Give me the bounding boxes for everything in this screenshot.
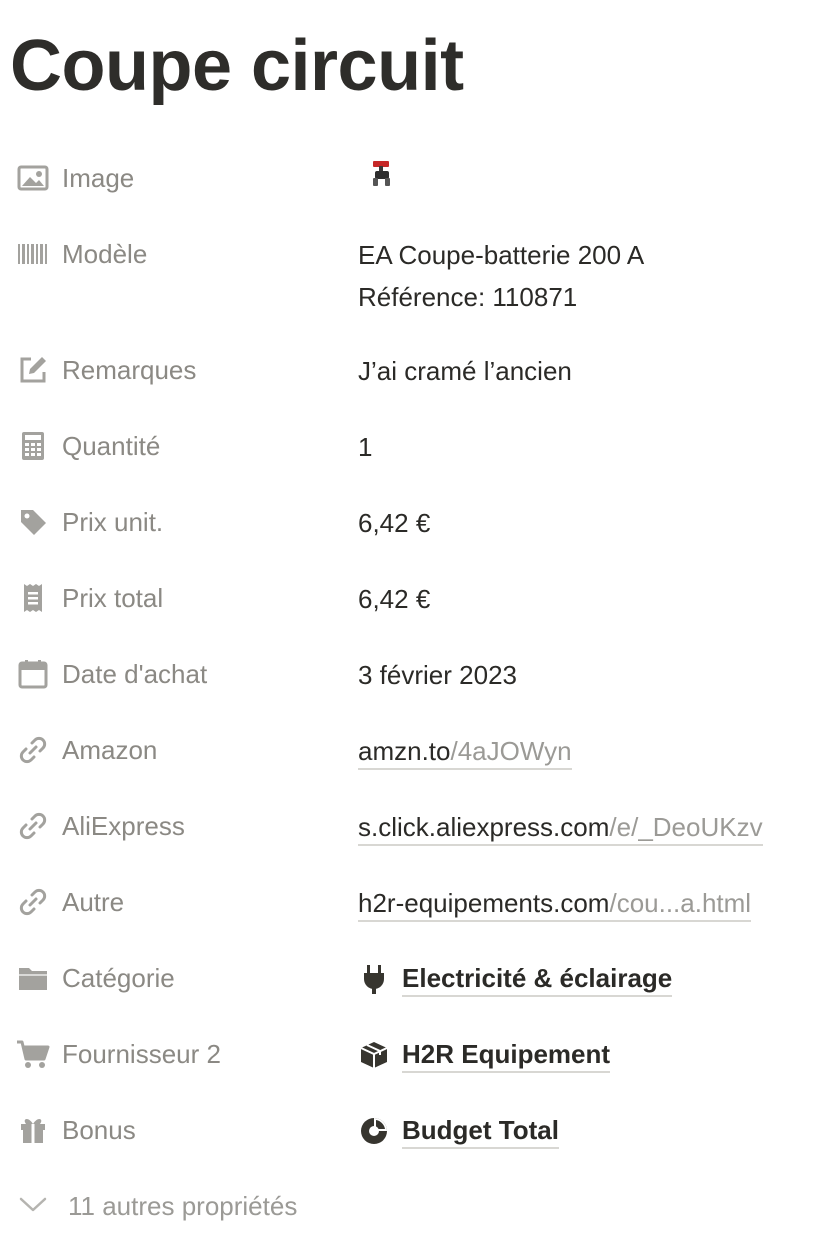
chevron-down-icon xyxy=(18,1195,48,1218)
property-label-bonus[interactable]: Bonus xyxy=(16,1110,136,1150)
relation-label: Budget Total xyxy=(402,1113,559,1149)
property-label-date-achat[interactable]: Date d'achat xyxy=(16,654,207,694)
property-label-text: Catégorie xyxy=(62,962,175,993)
modele-line-2: Référence: 110871 xyxy=(358,282,578,312)
barcode-icon xyxy=(16,237,50,271)
fournisseur-relation[interactable]: H2R Equipement xyxy=(358,1034,611,1076)
property-label-text: Fournisseur 2 xyxy=(62,1038,221,1069)
tag-icon xyxy=(16,505,50,539)
cart-icon xyxy=(16,1037,50,1071)
link-domain: h2r-equipements.com xyxy=(358,888,610,918)
property-value-prix-unit[interactable]: 6,42 € xyxy=(358,502,430,544)
image-icon xyxy=(16,161,50,195)
property-value-quantite[interactable]: 1 xyxy=(358,426,372,468)
property-value-aliexpress: s.click.aliexpress.com/e/_DeoUKzv xyxy=(358,806,763,848)
property-value-amazon: amzn.to/4aJOWyn xyxy=(358,730,572,772)
edit-icon xyxy=(16,353,50,387)
property-label-text: Prix total xyxy=(62,582,164,613)
property-value-fournisseur: H2R Equipement xyxy=(358,1034,611,1076)
calendar-icon xyxy=(16,657,50,691)
link-path: /4aJOWyn xyxy=(450,736,572,766)
link-icon xyxy=(16,733,50,767)
modele-line-1: EA Coupe-batterie 200 A xyxy=(358,240,645,270)
property-label-text: Modèle xyxy=(62,238,148,269)
property-value-modele[interactable]: EA Coupe-batterie 200 A Référence: 11087… xyxy=(358,234,644,318)
package-icon xyxy=(358,1039,390,1071)
more-properties-toggle[interactable]: 11 autres propriétés xyxy=(18,1186,297,1226)
property-value-remarques[interactable]: J’ai cramé l’ancien xyxy=(358,350,572,392)
pie-chart-icon xyxy=(358,1115,390,1147)
gift-icon xyxy=(16,1113,50,1147)
more-properties-label: 11 autres propriétés xyxy=(68,1190,298,1221)
property-label-text: Image xyxy=(62,162,135,193)
property-label-remarques[interactable]: Remarques xyxy=(16,350,196,390)
link-icon xyxy=(16,885,50,919)
property-label-text: Amazon xyxy=(62,734,158,765)
property-label-text: Prix unit. xyxy=(62,506,164,537)
property-label-text: Quantité xyxy=(62,430,161,461)
property-label-prix-total[interactable]: Prix total xyxy=(16,578,163,618)
link-icon xyxy=(16,809,50,843)
categorie-relation[interactable]: Electricité & éclairage xyxy=(358,958,673,1000)
plug-icon xyxy=(358,963,390,995)
folder-icon xyxy=(16,961,50,995)
property-label-prix-unit[interactable]: Prix unit. xyxy=(16,502,163,542)
link-domain: s.click.aliexpress.com xyxy=(358,812,610,842)
property-label-quantite[interactable]: Quantité xyxy=(16,426,160,466)
autre-link[interactable]: h2r-equipements.com/cou...a.html xyxy=(358,888,752,922)
property-label-text: AliExpress xyxy=(62,810,185,841)
property-label-text: Remarques xyxy=(62,354,197,385)
calculator-icon xyxy=(16,429,50,463)
relation-label: Electricité & éclairage xyxy=(402,961,673,997)
property-value-prix-total[interactable]: 6,42 € xyxy=(358,578,430,620)
receipt-icon xyxy=(16,581,50,615)
property-label-fournisseur[interactable]: Fournisseur 2 xyxy=(16,1034,221,1074)
relation-label: H2R Equipement xyxy=(402,1037,611,1073)
bonus-relation[interactable]: Budget Total xyxy=(358,1110,559,1152)
page-title[interactable]: Coupe circuit xyxy=(10,22,464,110)
property-label-modele[interactable]: Modèle xyxy=(16,234,147,274)
property-value-date-achat[interactable]: 3 février 2023 xyxy=(358,654,517,696)
property-label-text: Autre xyxy=(62,886,125,917)
property-label-categorie[interactable]: Catégorie xyxy=(16,958,175,998)
property-label-text: Bonus xyxy=(62,1114,136,1145)
property-label-autre[interactable]: Autre xyxy=(16,882,124,922)
link-path: /cou...a.html xyxy=(609,888,752,918)
link-domain: amzn.to xyxy=(358,736,451,766)
property-value-bonus: Budget Total xyxy=(358,1110,559,1152)
property-label-amazon[interactable]: Amazon xyxy=(16,730,157,770)
image-thumbnail[interactable] xyxy=(370,160,394,202)
property-value-categorie: Electricité & éclairage xyxy=(358,958,673,1000)
amazon-link[interactable]: amzn.to/4aJOWyn xyxy=(358,736,572,770)
property-label-text: Date d'achat xyxy=(62,658,208,689)
link-path: /e/_DeoUKzv xyxy=(609,812,763,842)
property-label-image[interactable]: Image xyxy=(16,158,134,198)
aliexpress-link[interactable]: s.click.aliexpress.com/e/_DeoUKzv xyxy=(358,812,763,846)
property-value-autre: h2r-equipements.com/cou...a.html xyxy=(358,882,752,924)
property-label-aliexpress[interactable]: AliExpress xyxy=(16,806,185,846)
